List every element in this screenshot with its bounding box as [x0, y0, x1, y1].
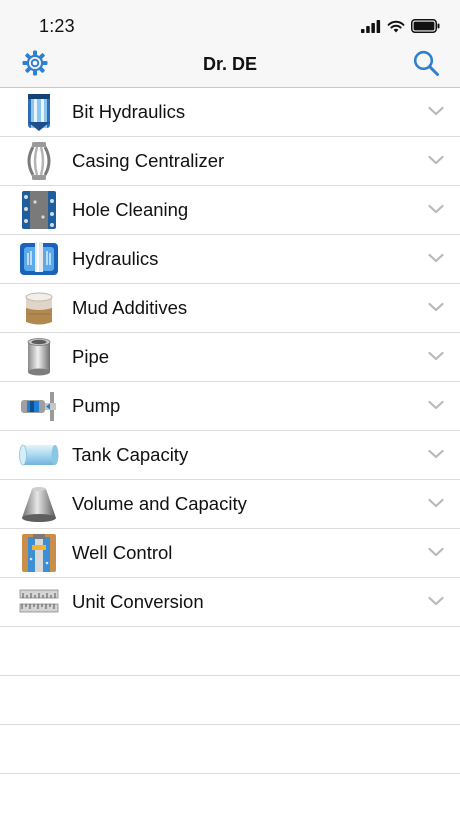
casing-centralizer-icon	[27, 142, 51, 180]
list-item-label: Well Control	[72, 542, 173, 563]
volume-capacity-icon	[22, 487, 56, 522]
status-time: 1:23	[39, 16, 75, 36]
list-item-hydraulics[interactable]: Hydraulics	[0, 235, 460, 284]
list-item-label: Volume and Capacity	[72, 493, 247, 514]
list-item-label: Tank Capacity	[72, 444, 189, 465]
bit-hydraulics-icon	[28, 94, 50, 131]
list-item-unit-conversion[interactable]: Unit Conversion	[0, 578, 460, 627]
status-icons	[361, 18, 440, 34]
pump-icon	[21, 392, 56, 421]
chevron-down-icon	[428, 351, 444, 361]
wifi-icon	[387, 20, 405, 32]
hydraulics-icon	[20, 242, 58, 275]
list-item-label: Pump	[72, 395, 121, 416]
calculator-list: Bit Hydraulics Casing Centralizer Hole C…	[0, 88, 460, 774]
chevron-down-icon	[428, 204, 444, 214]
pipe-icon	[27, 338, 51, 376]
list-item-label: Hole Cleaning	[72, 199, 189, 220]
search-icon[interactable]	[412, 49, 440, 77]
chevron-down-icon	[428, 547, 444, 557]
list-item-tank-capacity[interactable]: Tank Capacity	[0, 431, 460, 480]
well-control-icon	[22, 534, 56, 572]
battery-icon	[411, 19, 440, 33]
signal-icon	[361, 19, 381, 33]
list-item-label: Hydraulics	[72, 248, 159, 269]
list-item-volume-and-capacity[interactable]: Volume and Capacity	[0, 480, 460, 529]
list-item-label: Bit Hydraulics	[72, 101, 186, 122]
status-bar: 1:23	[0, 0, 460, 44]
unit-conversion-icon	[19, 589, 59, 613]
list-item-label: Pipe	[72, 346, 110, 367]
hole-cleaning-icon	[22, 191, 56, 229]
tank-capacity-icon	[19, 444, 59, 466]
empty-row	[0, 725, 460, 774]
list-item-well-control[interactable]: Well Control	[0, 529, 460, 578]
list-item-bit-hydraulics[interactable]: Bit Hydraulics	[0, 88, 460, 137]
empty-row	[0, 627, 460, 676]
list-item-label: Casing Centralizer	[72, 150, 225, 171]
chevron-down-icon	[428, 155, 444, 165]
chevron-down-icon	[428, 302, 444, 312]
list-item-label: Unit Conversion	[72, 591, 204, 612]
list-item-pump[interactable]: Pump	[0, 382, 460, 431]
chevron-down-icon	[428, 253, 444, 263]
list-item-mud-additives[interactable]: Mud Additives	[0, 284, 460, 333]
chevron-down-icon	[428, 400, 444, 410]
empty-row	[0, 676, 460, 725]
chevron-down-icon	[428, 449, 444, 459]
chevron-down-icon	[428, 498, 444, 508]
page-title: Dr. DE	[202, 54, 258, 74]
mud-additives-icon	[25, 292, 53, 325]
list-item-label: Mud Additives	[72, 297, 188, 318]
navigation-bar: Dr. DE	[0, 44, 460, 88]
chevron-down-icon	[428, 596, 444, 606]
list-item-casing-centralizer[interactable]: Casing Centralizer	[0, 137, 460, 186]
list-item-hole-cleaning[interactable]: Hole Cleaning	[0, 186, 460, 235]
list-item-pipe[interactable]: Pipe	[0, 333, 460, 382]
chevron-down-icon	[428, 106, 444, 116]
